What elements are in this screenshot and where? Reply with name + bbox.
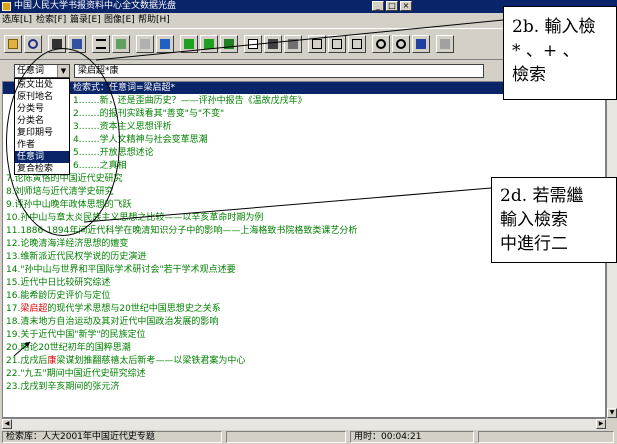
callout-lines xyxy=(13,19,504,357)
callout-line-2b xyxy=(95,19,504,61)
callout-line-2d xyxy=(83,187,492,223)
